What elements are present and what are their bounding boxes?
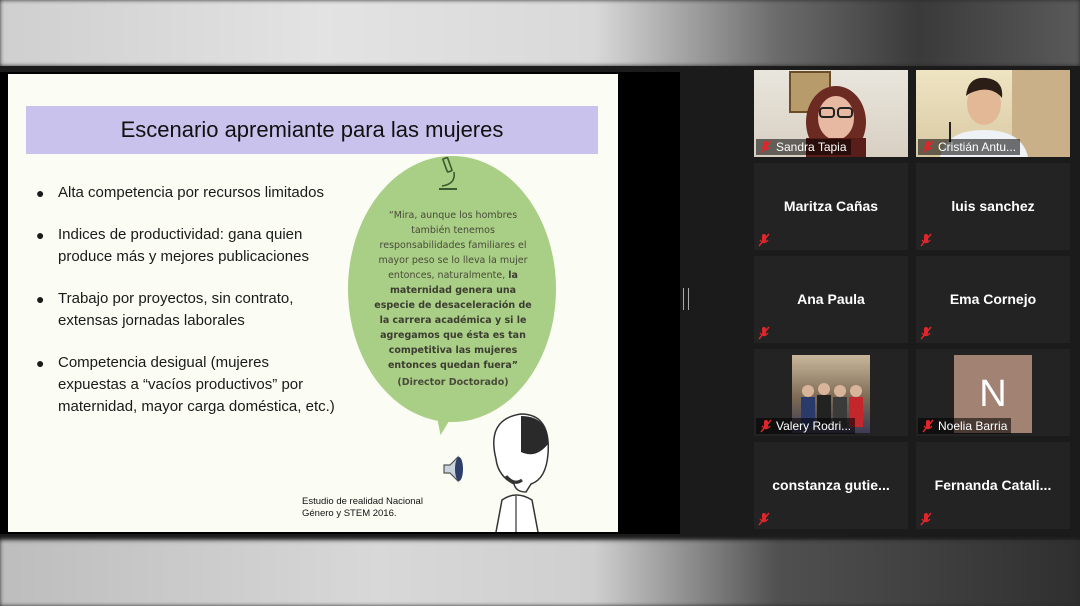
mic-muted-icon (758, 512, 770, 526)
quote-normal: “Mira, aunque los hombres también tenemo… (378, 210, 528, 281)
mic-muted-icon (758, 326, 770, 340)
participant-name-label: Sandra Tapia (756, 139, 851, 155)
quote-text: “Mira, aunque los hombres también tenemo… (370, 208, 536, 390)
slide-title: Escenario apremiante para las mujeres (26, 106, 598, 154)
participant-tile[interactable]: Ana Paula (754, 256, 908, 343)
microscope-icon (439, 156, 457, 190)
zoom-meeting-window: Escenario apremiante para las mujeres ● A… (0, 66, 1080, 540)
presentation-slide: Escenario apremiante para las mujeres ● A… (8, 74, 618, 532)
bullet-text: Alta competencia por recursos limitados (58, 184, 324, 201)
bullet-text: Trabajo por proyectos, sin contrato, ext… (58, 290, 294, 329)
participant-name-label: Noelia Barria (918, 418, 1012, 434)
participant-tile[interactable]: Sandra Tapia (754, 70, 908, 157)
bullet-item: ● Competencia desigual (mujeres expuestas… (36, 352, 336, 418)
mic-muted-icon (920, 512, 932, 526)
blurred-top-border (0, 0, 1080, 66)
mic-muted-icon (920, 326, 932, 340)
participant-name-label: Cristián Antu... (918, 139, 1021, 155)
mic-muted-icon (922, 419, 934, 433)
bullet-item: ● Alta competencia por recursos limitados (36, 182, 336, 204)
bullet-text: Indices de productividad: gana quien pro… (58, 226, 309, 265)
mic-muted-icon (758, 233, 770, 247)
bullet-dot: ● (36, 185, 45, 201)
mic-muted-icon (760, 419, 772, 433)
bullet-text: Competencia desigual (mujeres expuestas … (58, 354, 335, 415)
participant-tile[interactable]: Cristián Antu... (916, 70, 1070, 157)
study-citation: Estudio de realidad Nacional Género y ST… (302, 496, 472, 520)
participant-tile[interactable]: luis sanchez (916, 163, 1070, 250)
participant-name: Maritza Cañas (783, 198, 879, 214)
participant-name: luis sanchez (951, 198, 1035, 214)
bullet-item: ● Trabajo por proyectos, sin contrato, ex… (36, 288, 336, 332)
bullet-dot: ● (36, 355, 45, 371)
study-line-1: Estudio de realidad Nacional (302, 496, 423, 507)
participant-tile[interactable]: constanza gutie... (754, 442, 908, 529)
participant-tile[interactable]: N Noelia Barria (916, 349, 1070, 436)
participant-name: Ana Paula (797, 291, 865, 307)
study-line-2: Género y STEM 2016. (302, 508, 397, 519)
bullet-item: ● Indices de productividad: gana quien pr… (36, 224, 336, 268)
participant-name: Noelia Barria (938, 419, 1008, 433)
participant-tile[interactable]: Maritza Cañas (754, 163, 908, 250)
screen-share-area: Escenario apremiante para las mujeres ● A… (0, 72, 680, 534)
bullet-list: ● Alta competencia por recursos limitados… (36, 182, 336, 438)
character-illustration (493, 413, 549, 532)
mic-muted-icon (760, 140, 772, 154)
participant-name: Valery Rodri... (776, 419, 852, 433)
participant-name: Fernanda Catali... (934, 477, 1052, 493)
mic-muted-icon (920, 233, 932, 247)
participant-tile[interactable]: Fernanda Catali... (916, 442, 1070, 529)
bullet-dot: ● (36, 291, 45, 307)
participant-name: Sandra Tapia (776, 140, 847, 154)
speaker-icon (443, 455, 463, 483)
panel-resize-handle[interactable] (683, 288, 689, 310)
participant-name: constanza gutie... (772, 477, 890, 493)
bullet-dot: ● (36, 227, 45, 243)
participant-name: Ema Cornejo (949, 291, 1037, 307)
quote-bold: la maternidad genera una especie de desa… (374, 270, 532, 371)
participant-name: Cristián Antu... (938, 140, 1017, 154)
participant-tile[interactable]: Valery Rodri... (754, 349, 908, 436)
participant-name-label: Valery Rodri... (756, 418, 856, 434)
quote-source: (Director Doctorado) (397, 377, 509, 388)
blurred-bottom-border (0, 540, 1080, 606)
mic-muted-icon (922, 140, 934, 154)
participant-tile[interactable]: Ema Cornejo (916, 256, 1070, 343)
